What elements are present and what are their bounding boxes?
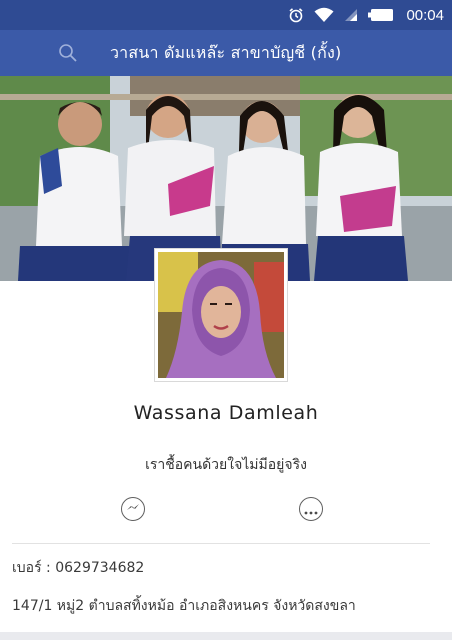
nav-bar: วาสนา ดัมแหล๊ะ สาขาบัญชี (กั้ง): [0, 30, 452, 76]
profile-name: Wassana Damleah: [133, 402, 319, 424]
page-title: วาสนา ดัมแหล๊ะ สาขาบัญชี (กั้ง): [110, 43, 342, 62]
bottom-strip: [0, 632, 452, 640]
wifi-icon: [314, 7, 334, 23]
alarm-icon: [288, 7, 304, 23]
more-button[interactable]: [299, 497, 323, 521]
status-bar: 00:04: [0, 0, 452, 30]
messenger-button[interactable]: [121, 497, 145, 521]
battery-icon: [368, 8, 394, 22]
avatar: [158, 252, 284, 378]
phone-info: เบอร์ : 0629734682: [12, 560, 145, 576]
address-info: 147/1 หมู่2 ตำบลสทิ้งหม้อ อำเภอสิงหนคร จ…: [12, 598, 356, 614]
profile-bio: เราชื้อคนด้วยใจไม่มีอยู่จริง: [145, 457, 307, 473]
messenger-icon: [126, 500, 140, 519]
status-time: 00:04: [406, 6, 444, 24]
search-icon[interactable]: [58, 43, 78, 63]
more-icon: [304, 500, 318, 519]
profile-picture[interactable]: [155, 249, 287, 381]
signal-icon: [344, 8, 358, 22]
divider: [12, 543, 430, 544]
status-icons: 00:04: [288, 0, 444, 30]
